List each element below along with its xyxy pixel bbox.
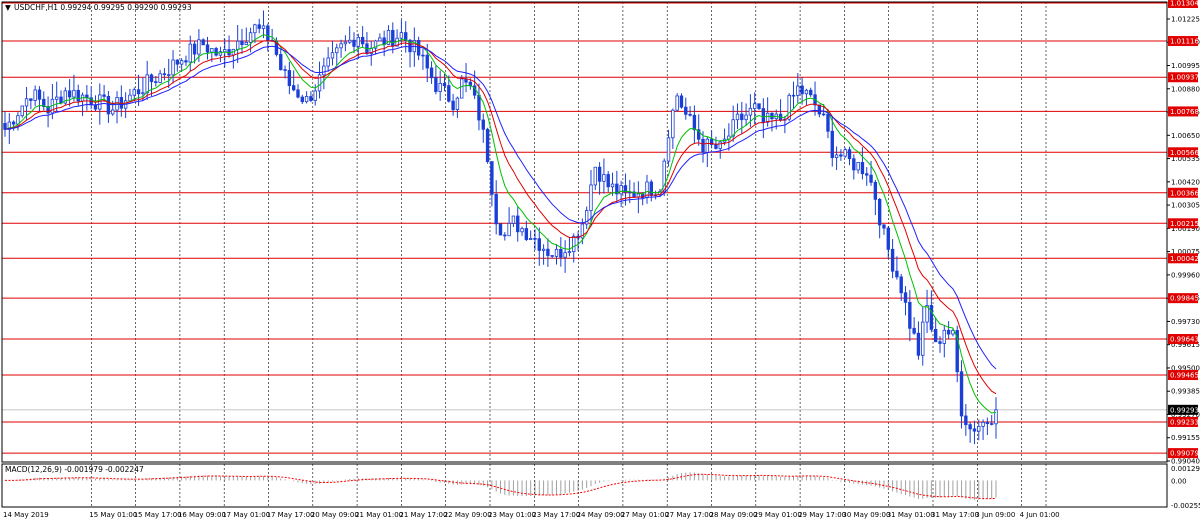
macd-tick-label: 0.00 (1171, 477, 1187, 485)
level-price-label: 1.01304 (1170, 0, 1199, 8)
level-price-label: 1.00366 (1170, 189, 1199, 197)
level-price-label: 1.01116 (1170, 38, 1199, 46)
level-price-label: 0.99079 (1170, 450, 1199, 458)
x-tick-label: 3 Jun 09:00 (975, 511, 1015, 519)
macd-label: MACD(12,26,9) -0.001979 -0.002247 (5, 465, 144, 474)
current-price-label: 0.99293 (1170, 406, 1199, 414)
x-tick-label: 24 May 09:00 (577, 511, 625, 519)
x-tick-label: 17 May 17:00 (267, 511, 315, 519)
x-tick-label: 22 May 09:00 (444, 511, 492, 519)
price-tick-label: 0.99385 (1171, 388, 1200, 396)
candle (498, 223, 503, 236)
x-tick-label: 14 May 2019 (3, 511, 49, 519)
x-tick-label: 20 May 09:00 (311, 511, 359, 519)
level-price-label: 1.00768 (1170, 108, 1199, 116)
price-axis: 1.012251.011101.009951.008801.007651.006… (1167, 0, 1200, 510)
level-price-label: 0.99233 (1170, 418, 1199, 426)
x-tick-label: 29 May 17:00 (798, 511, 846, 519)
level-price-label: 1.00566 (1170, 149, 1199, 157)
price-tick-label: 1.00305 (1171, 202, 1200, 210)
x-tick-label: 17 May 01:00 (222, 511, 270, 519)
x-tick-label: 27 May 01:00 (621, 511, 669, 519)
macd-tick-label: 0.001297 (1171, 465, 1200, 473)
x-tick-label: 31 May 01:00 (887, 511, 935, 519)
symbol-menu-icon[interactable]: ▼ (5, 3, 11, 12)
price-tick-label: 0.99155 (1171, 434, 1200, 442)
price-tick-label: 0.99730 (1171, 318, 1200, 326)
x-tick-label: 15 May 17:00 (134, 511, 182, 519)
x-tick-label: 23 May 01:00 (488, 511, 536, 519)
level-price-label: 1.00937 (1170, 74, 1199, 82)
price-tick-label: 1.01225 (1171, 15, 1200, 23)
level-price-label: 0.99845 (1170, 295, 1199, 303)
price-tick-label: 1.00650 (1171, 132, 1200, 140)
x-tick-label: 15 May 01:00 (89, 511, 137, 519)
x-tick-label: 4 Jun 01:00 (1020, 511, 1060, 519)
x-tick-label: 28 May 09:00 (710, 511, 758, 519)
x-tick-label: 31 May 17:00 (931, 511, 979, 519)
x-tick-label: 21 May 01:00 (355, 511, 403, 519)
level-price-label: 0.99643 (1170, 336, 1199, 344)
level-price-label: 0.99465 (1170, 372, 1199, 380)
price-tick-label: 1.00420 (1171, 178, 1200, 186)
x-tick-label: 27 May 17:00 (665, 511, 713, 519)
macd-tick-label: -0.002559 (1171, 502, 1200, 510)
price-chart[interactable]: 1.012251.011101.009951.008801.007651.006… (0, 0, 1200, 523)
price-tick-label: 0.99960 (1171, 271, 1200, 279)
candle (214, 46, 218, 57)
time-axis: 14 May 2019 15 May 01:0015 May 17:0016 Ma… (3, 511, 1060, 519)
price-tick-label: 1.00995 (1171, 62, 1200, 70)
candle (675, 93, 679, 112)
symbol-info: USDCHF,H1 0.99294 0.99295 0.99290 0.9929… (14, 3, 192, 12)
level-price-label: 1.00042 (1170, 255, 1199, 263)
candle (20, 105, 24, 118)
price-tick-label: 1.00880 (1171, 85, 1200, 93)
candle (485, 127, 490, 164)
x-tick-label: 23 May 17:00 (532, 511, 580, 519)
candle (679, 93, 684, 109)
x-tick-label: 29 May 01:00 (754, 511, 802, 519)
x-tick-label: 16 May 09:00 (178, 511, 226, 519)
x-tick-label: 30 May 09:00 (842, 511, 890, 519)
level-price-label: 1.00215 (1170, 220, 1199, 228)
x-tick-label: 21 May 17:00 (399, 511, 447, 519)
